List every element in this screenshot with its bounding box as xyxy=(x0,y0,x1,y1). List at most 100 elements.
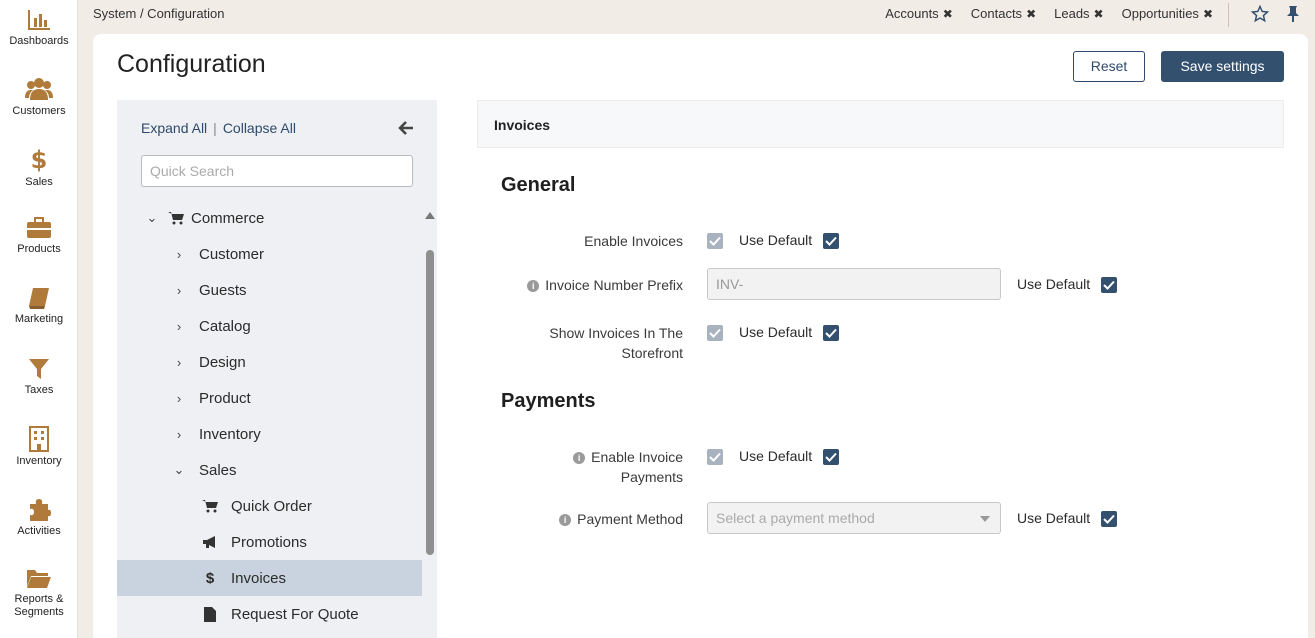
use-default-checkbox[interactable] xyxy=(1101,511,1117,527)
chevron-right-icon[interactable]: › xyxy=(172,247,186,262)
quick-search-input[interactable] xyxy=(141,155,413,187)
tree-item-quick-order[interactable]: Quick Order xyxy=(117,488,422,524)
page-title: Configuration xyxy=(117,50,266,78)
payment-method-label-text: Payment Method xyxy=(577,511,683,527)
pin-icon[interactable] xyxy=(1285,5,1301,23)
sidebar-label: Customers xyxy=(12,105,66,117)
dollar-icon: $ xyxy=(31,146,48,173)
label-line: Payments xyxy=(620,469,683,485)
close-icon[interactable]: ✖ xyxy=(943,7,953,21)
use-default-label: Use Default xyxy=(1017,276,1091,292)
tree-item-label: Inventory xyxy=(199,425,261,443)
pin-opportunities[interactable]: Opportunities ✖ xyxy=(1122,6,1213,21)
pin-contacts[interactable]: Contacts ✖ xyxy=(971,6,1036,21)
pin-label: Accounts xyxy=(885,6,939,21)
tree-item-customer[interactable]: › Customer xyxy=(117,236,422,272)
section-header: Invoices xyxy=(477,100,1284,148)
building-icon xyxy=(29,426,49,452)
use-default-checkbox[interactable] xyxy=(823,325,839,341)
book-icon xyxy=(29,288,49,309)
use-default-checkbox[interactable] xyxy=(823,233,839,249)
expand-all-link[interactable]: Expand All xyxy=(141,120,207,136)
sidebar-item-sales[interactable]: $ Sales xyxy=(0,145,78,189)
cart-icon xyxy=(167,211,185,225)
tree-item-label: Design xyxy=(199,353,246,371)
sidebar-item-reports-segments[interactable]: Reports & Segments xyxy=(0,568,78,619)
separator: | xyxy=(213,120,217,136)
enable-invoices-checkbox[interactable] xyxy=(707,233,723,249)
enable-payments-checkbox[interactable] xyxy=(707,449,723,465)
sidebar-item-products[interactable]: Products xyxy=(0,216,78,256)
chevron-down-icon[interactable]: ⌄ xyxy=(172,462,186,478)
sidebar-label: Marketing xyxy=(14,313,64,325)
select-placeholder: Select a payment method xyxy=(716,510,875,526)
pin-label: Leads xyxy=(1054,6,1090,21)
payments-group-title: Payments xyxy=(501,390,596,412)
use-default-checkbox[interactable] xyxy=(823,449,839,465)
file-icon xyxy=(201,606,219,622)
reset-button[interactable]: Reset xyxy=(1073,51,1145,82)
tree-item-label: Request For Quote xyxy=(231,605,359,623)
config-tree: Expand All | Collapse All ⌄ Commerce › Cus… xyxy=(117,100,437,638)
tree-item-commerce[interactable]: ⌄ Commerce xyxy=(117,200,422,236)
chevron-down-icon[interactable]: ⌄ xyxy=(145,210,159,226)
section-title: Invoices xyxy=(494,117,551,133)
show-invoices-checkbox[interactable] xyxy=(707,325,723,341)
tree-item-label: Customer xyxy=(199,245,265,263)
sidebar-item-marketing[interactable]: Marketing xyxy=(0,286,78,326)
payment-method-label: i Payment Method xyxy=(493,509,683,529)
payment-method-select[interactable]: Select a payment method xyxy=(707,502,1001,534)
tree-item-label: Commerce xyxy=(191,209,265,227)
close-icon[interactable]: ✖ xyxy=(1094,7,1104,21)
sidebar-item-taxes[interactable]: Taxes xyxy=(0,357,78,397)
tree-item-invoices[interactable]: $ Invoices xyxy=(117,560,422,596)
sidebar-item-activities[interactable]: Activities xyxy=(0,496,78,538)
tree-item-promotions[interactable]: Promotions xyxy=(117,524,422,560)
tree-item-sales[interactable]: ⌄ Sales xyxy=(117,452,422,488)
sidebar-item-customers[interactable]: Customers xyxy=(0,76,78,118)
tree-item-product[interactable]: › Product xyxy=(117,380,422,416)
sidebar-item-dashboards[interactable]: Dashboards xyxy=(0,8,78,48)
svg-text:$: $ xyxy=(31,146,48,173)
tree-item-label: Invoices xyxy=(231,569,287,587)
pin-leads[interactable]: Leads ✖ xyxy=(1054,6,1103,21)
chevron-right-icon[interactable]: › xyxy=(172,427,186,442)
tree-item-catalog[interactable]: › Catalog xyxy=(117,308,422,344)
main-panel: Configuration Reset Save settings Expand… xyxy=(93,34,1308,638)
star-icon[interactable] xyxy=(1251,5,1269,23)
sidebar-item-inventory[interactable]: Inventory xyxy=(0,426,78,468)
chevron-right-icon[interactable]: › xyxy=(172,391,186,406)
use-default-label: Use Default xyxy=(739,448,813,464)
tree-scrollbar[interactable] xyxy=(426,250,434,555)
use-default-checkbox[interactable] xyxy=(1101,277,1117,293)
check-icon xyxy=(825,452,837,462)
chevron-right-icon[interactable]: › xyxy=(172,355,186,370)
sidebar-label: Segments xyxy=(14,606,64,618)
collapse-all-link[interactable]: Collapse All xyxy=(223,120,296,136)
users-icon xyxy=(25,78,53,100)
label-line: Enable Invoice xyxy=(591,449,683,465)
close-icon[interactable]: ✖ xyxy=(1026,7,1036,21)
tree-item-request-for-quote[interactable]: Request For Quote xyxy=(117,596,422,632)
invoice-prefix-label-text: Invoice Number Prefix xyxy=(545,277,683,293)
puzzle-icon xyxy=(30,499,51,521)
general-group-title: General xyxy=(501,174,576,196)
pin-accounts[interactable]: Accounts ✖ xyxy=(885,6,953,21)
chevron-right-icon[interactable]: › xyxy=(172,319,186,334)
info-icon: i xyxy=(559,514,572,526)
invoice-prefix-input[interactable] xyxy=(707,268,1001,300)
tree-item-label: Promotions xyxy=(231,533,307,551)
scroll-up-arrow[interactable] xyxy=(425,212,435,219)
tree-item-design[interactable]: › Design xyxy=(117,344,422,380)
sidebar-label: Taxes xyxy=(24,384,54,396)
tree-item-inventory[interactable]: › Inventory xyxy=(117,416,422,452)
sidebar-label: Reports & xyxy=(14,593,64,605)
tree-item-guests[interactable]: › Guests xyxy=(117,272,422,308)
save-settings-button[interactable]: Save settings xyxy=(1161,51,1284,82)
pinned-tabs: Accounts ✖ Contacts ✖ Leads ✖ Opportunities… xyxy=(885,6,1213,21)
chevron-right-icon[interactable]: › xyxy=(172,283,186,298)
close-icon[interactable]: ✖ xyxy=(1203,7,1213,21)
sidebar-label: Inventory xyxy=(16,455,62,467)
breadcrumb: System / Configuration xyxy=(93,6,225,21)
arrow-left-icon[interactable] xyxy=(398,120,414,136)
